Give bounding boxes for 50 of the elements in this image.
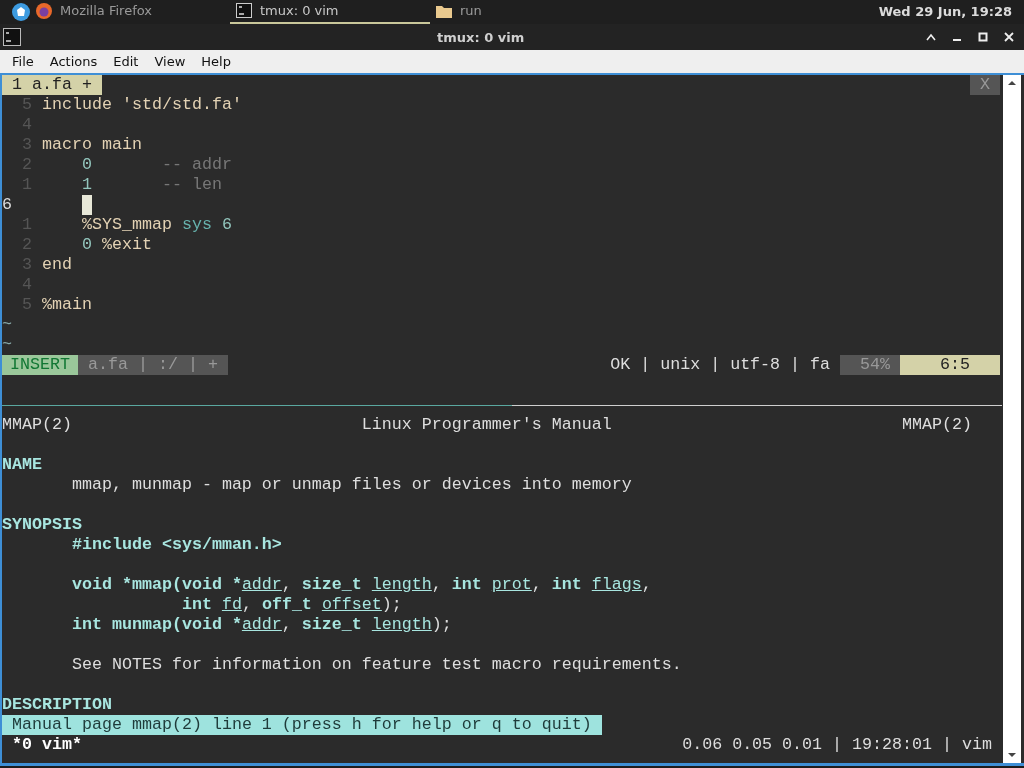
man-header: MMAP(2) (2, 415, 72, 435)
empty-line-marker: ~ (2, 335, 12, 355)
expand-icon[interactable] (926, 33, 936, 41)
app-menu-icon[interactable] (12, 3, 30, 21)
scroll-percent: 54% (840, 355, 901, 375)
window-title: tmux: 0 vim (437, 29, 525, 47)
file-info: a.fa | :/ | + (78, 355, 228, 375)
code-line: %main (41, 295, 92, 315)
mode-indicator: INSERT (2, 355, 78, 375)
menu-item[interactable]: Edit (105, 49, 147, 74)
taskbar-button[interactable]: run (429, 0, 488, 24)
section-heading: NAME (2, 455, 42, 475)
menu-item[interactable]: Actions (41, 49, 106, 74)
pager-prompt: Manual page mmap(2) line 1 (press h for help or q to quit) (2, 715, 602, 735)
code-line: %SYS_mmap sys 6 (80, 215, 232, 235)
terminal-icon (235, 3, 252, 19)
scrollbar[interactable] (1003, 75, 1021, 763)
clock: Wed 29 Jun, 19:28 (878, 3, 1013, 22)
terminal-icon[interactable] (3, 28, 21, 46)
close-icon[interactable] (1004, 32, 1014, 42)
tmux-status: 0.06 0.05 0.01 | 19:28:01 | vim (682, 735, 993, 755)
code-line: 1 -- len (80, 175, 222, 195)
man-line: void *mmap(void *addr, size_t length, int prot, int flags, (70, 575, 652, 595)
man-line: #include <sys/mman.h> (70, 535, 282, 555)
man-line: int munmap(void *addr, size_t length); (70, 615, 452, 635)
file-status: OK | unix | utf-8 | fa (610, 355, 832, 375)
line-number: 6 (2, 195, 13, 215)
code-line: macro main (41, 135, 142, 155)
folder-icon (435, 3, 452, 19)
section-heading: DESCRIPTION (2, 695, 112, 715)
code-line: 0 -- addr (80, 155, 232, 175)
empty-line-marker: ~ (2, 315, 12, 335)
code-line: end (41, 255, 72, 275)
man-line: int fd, off_t offset); (180, 595, 402, 615)
taskbar-button[interactable]: Mozilla Firefox (30, 0, 158, 24)
code-line: 0 %exit (80, 235, 152, 255)
cursor-position: 6:5 (900, 355, 1000, 375)
man-header: Linux Programmer's Manual (361, 415, 612, 435)
section-heading: SYNOPSIS (2, 515, 82, 535)
man-line: See NOTES for information on feature test macro requirements. (70, 655, 682, 675)
tmux-window[interactable]: *0 vim* (2, 735, 82, 755)
code-line: include 'std/std.fa' (41, 95, 242, 115)
maximize-icon[interactable] (978, 32, 988, 42)
menu-item[interactable]: File (4, 49, 42, 74)
editor-tab[interactable]: 1 a.fa + (2, 75, 102, 95)
menu-item[interactable]: View (146, 49, 194, 74)
man-header: MMAP(2) (902, 415, 972, 435)
man-line: mmap, munmap - map or unmap files or devices into memory (70, 475, 632, 495)
browser-icon (36, 3, 52, 19)
menu-item[interactable]: Help (193, 49, 239, 74)
